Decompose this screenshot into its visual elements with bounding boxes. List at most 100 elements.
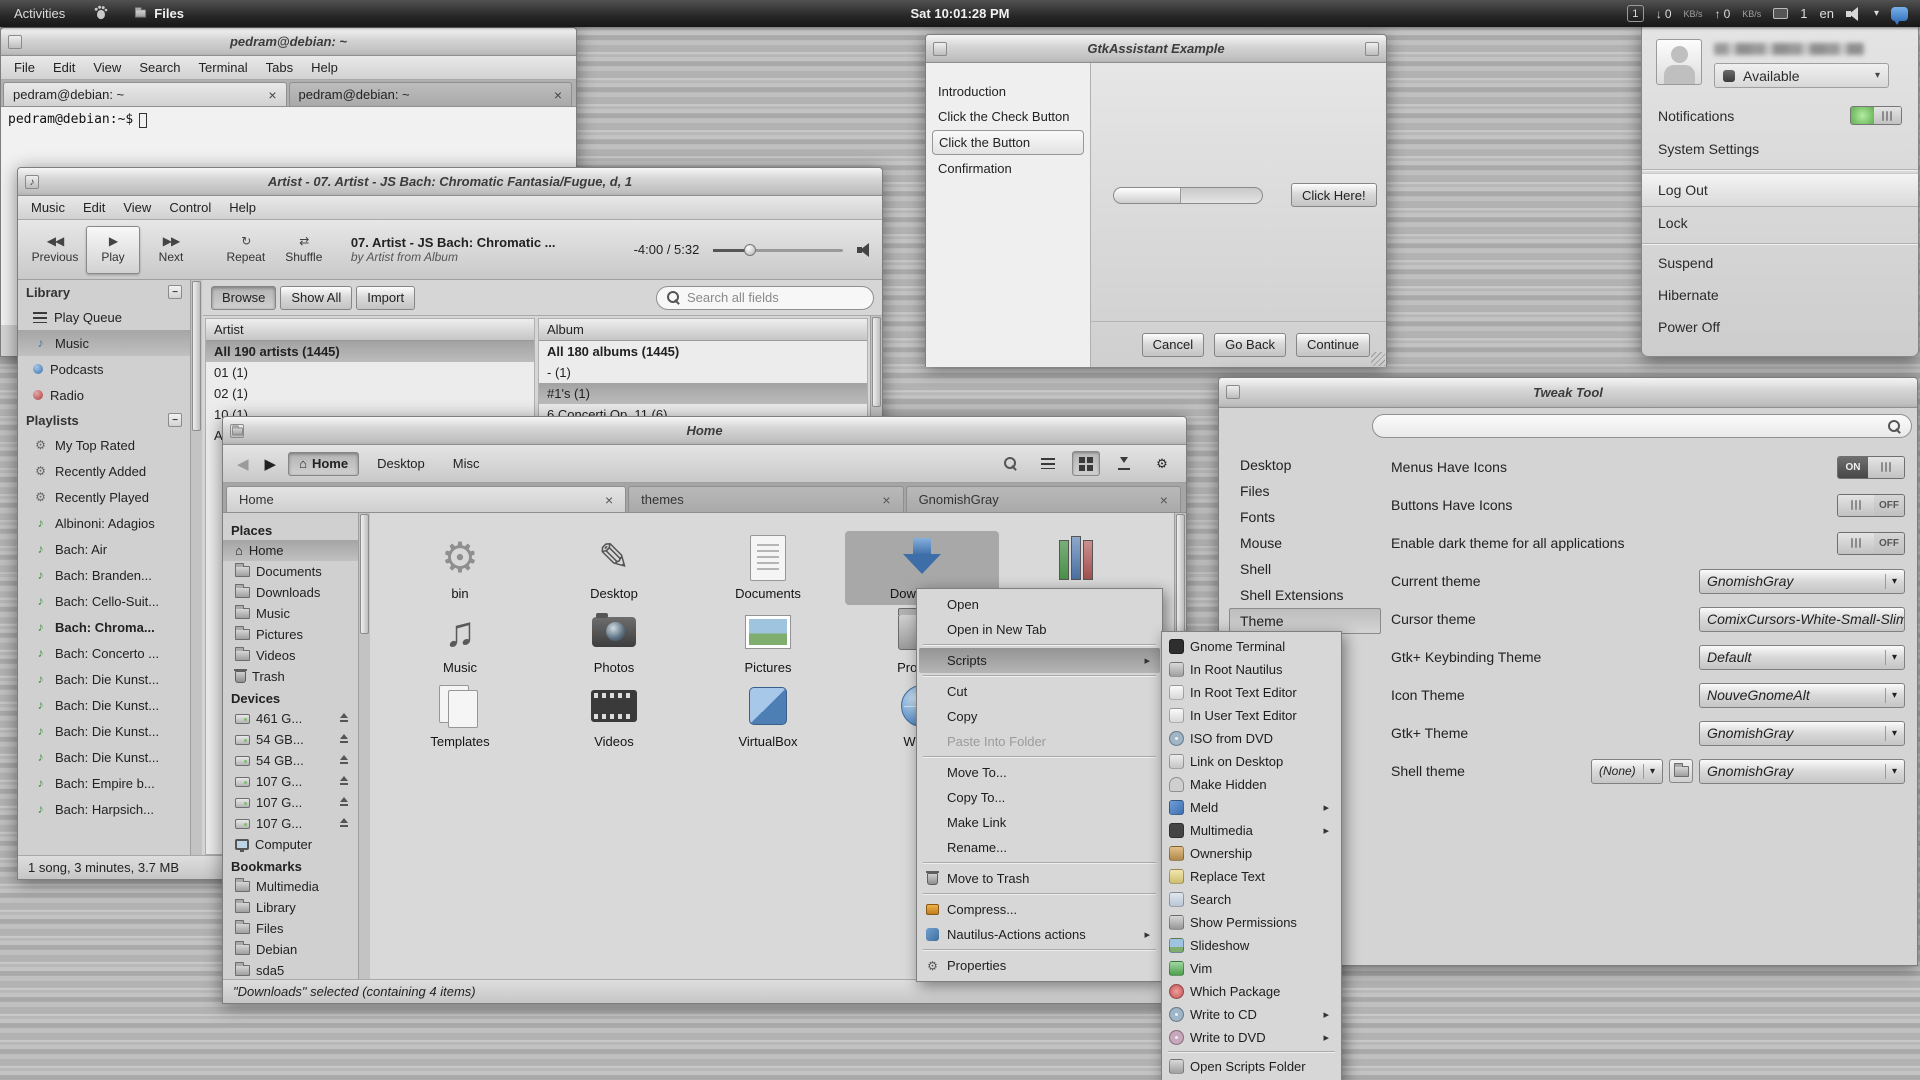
menu-file[interactable]: File <box>5 57 44 78</box>
artist-row[interactable]: 02 (1) <box>206 383 534 404</box>
playlist-item[interactable]: ♪Bach: Die Kunst... <box>18 666 190 692</box>
menu-item-iso-from-dvd[interactable]: ISO from DVD <box>1164 727 1339 750</box>
file-item-documents[interactable]: Documents <box>691 531 845 605</box>
tweak-nav-shell-extensions[interactable]: Shell Extensions <box>1229 582 1381 608</box>
volume-icon[interactable] <box>1846 7 1862 21</box>
desktop-breadcrumb-button[interactable]: Desktop <box>367 453 435 474</box>
album-column-header[interactable]: Album <box>539 319 867 341</box>
playlist-item[interactable]: ♪Bach: Cello-Suit... <box>18 588 190 614</box>
menu-edit[interactable]: Edit <box>44 57 84 78</box>
device-item[interactable]: 54 GB... <box>223 750 358 771</box>
sidebar-item-podcasts[interactable]: Podcasts <box>18 356 190 382</box>
menu-item-in-root-text-editor[interactable]: In Root Text Editor <box>1164 681 1339 704</box>
menu-item-power-off[interactable]: Power Off <box>1642 311 1918 343</box>
assistant-titlebar[interactable]: GtkAssistant Example <box>926 35 1386 63</box>
bookmark-item[interactable]: Files <box>223 918 358 939</box>
menu-item-scripts[interactable]: Scripts▸ <box>919 648 1160 673</box>
keyboard-layout-indicator[interactable]: en <box>1820 6 1834 21</box>
sidebar-item-downloads[interactable]: Downloads <box>223 582 358 603</box>
cancel-button[interactable]: Cancel <box>1142 333 1204 357</box>
clock[interactable]: Sat 10:01:28 PM <box>911 6 1010 21</box>
window-menu-icon[interactable] <box>1365 42 1379 56</box>
sidebar-scrollbar[interactable] <box>190 280 202 855</box>
menu-item-search[interactable]: Search <box>1164 888 1339 911</box>
menu-item-gnome-terminal[interactable]: Gnome Terminal <box>1164 635 1339 658</box>
menu-item-multimedia[interactable]: Multimedia▸ <box>1164 819 1339 842</box>
menu-item-write-to-dvd[interactable]: Write to DVD▸ <box>1164 1026 1339 1049</box>
file-item-videos[interactable]: Videos <box>537 679 691 753</box>
menu-tabs[interactable]: Tabs <box>257 57 302 78</box>
file-item-desktop[interactable]: ✎Desktop <box>537 531 691 605</box>
tweak-nav-desktop[interactable]: Desktop <box>1229 452 1381 478</box>
input-source-indicator[interactable]: 1 <box>1800 6 1807 21</box>
show-all-button[interactable]: Show All <box>280 286 352 310</box>
menu-item-lock[interactable]: Lock <box>1642 207 1918 239</box>
sidebar-item-music[interactable]: ♪Music <box>18 330 190 356</box>
tweak-nav-fonts[interactable]: Fonts <box>1229 504 1381 530</box>
click-here-button[interactable]: Click Here! <box>1291 183 1377 207</box>
messaging-icon[interactable] <box>1891 7 1908 21</box>
menu-item-show-permissions[interactable]: Show Permissions <box>1164 911 1339 934</box>
menu-item-rename[interactable]: Rename... <box>919 835 1160 860</box>
volume-icon[interactable] <box>857 243 872 257</box>
current-theme-combo[interactable]: GnomishGray▾ <box>1699 569 1905 594</box>
terminal-titlebar[interactable]: pedram@debian: ~ <box>1 28 576 56</box>
files-tab-home[interactable]: Home× <box>226 486 626 512</box>
shell-theme-combo[interactable]: GnomishGray▾ <box>1699 759 1905 784</box>
repeat-button[interactable]: ↻Repeat <box>219 226 273 274</box>
file-item-music[interactable]: ♫Music <box>383 605 537 679</box>
device-item[interactable]: 461 G... <box>223 708 358 729</box>
play-button[interactable]: ▶Play <box>86 226 140 274</box>
menu-item-in-user-text-editor[interactable]: In User Text Editor <box>1164 704 1339 727</box>
sidebar-item-trash[interactable]: Trash <box>223 666 358 687</box>
menu-item-open[interactable]: Open <box>919 592 1160 617</box>
artist-column-header[interactable]: Artist <box>206 319 534 341</box>
menu-item-properties[interactable]: ⚙Properties <box>919 953 1160 978</box>
dark-theme-toggle[interactable]: OFF <box>1837 532 1905 555</box>
menu-view[interactable]: View <box>84 57 130 78</box>
menus-have-icons-toggle[interactable]: ON <box>1837 456 1905 479</box>
sidebar-item-videos[interactable]: Videos <box>223 645 358 666</box>
keybinding-theme-combo[interactable]: Default▾ <box>1699 645 1905 670</box>
menu-help[interactable]: Help <box>220 197 265 218</box>
close-icon[interactable]: × <box>554 88 562 102</box>
shell-theme-browse-button[interactable] <box>1669 759 1693 783</box>
close-icon[interactable]: × <box>868 492 890 508</box>
device-item[interactable]: 54 GB... <box>223 729 358 750</box>
menu-item-move-to-trash[interactable]: Move to Trash <box>919 866 1160 891</box>
device-item[interactable]: 107 G... <box>223 792 358 813</box>
menu-item-make-link[interactable]: Make Link <box>919 810 1160 835</box>
previous-button[interactable]: ◀◀Previous <box>28 226 82 274</box>
files-titlebar[interactable]: Home <box>223 417 1186 445</box>
cursor-theme-combo[interactable]: ComixCursors-White-Small-Slim▾ <box>1699 607 1905 632</box>
eject-icon[interactable] <box>338 755 350 766</box>
menu-item-write-to-cd[interactable]: Write to CD▸ <box>1164 1003 1339 1026</box>
status-dropdown[interactable]: Available▾ <box>1714 63 1889 88</box>
library-header[interactable]: Library− <box>18 280 190 304</box>
menu-edit[interactable]: Edit <box>74 197 114 218</box>
artist-row[interactable]: 01 (1) <box>206 362 534 383</box>
eject-icon[interactable] <box>338 776 350 787</box>
playlist-item[interactable]: ♪Albinoni: Adagios <box>18 510 190 536</box>
device-item[interactable]: 107 G... <box>223 771 358 792</box>
bookmark-item[interactable]: Debian <box>223 939 358 960</box>
menu-item-make-hidden[interactable]: Make Hidden <box>1164 773 1339 796</box>
misc-breadcrumb-button[interactable]: Misc <box>443 453 490 474</box>
home-breadcrumb-button[interactable]: ⌂Home <box>288 452 359 476</box>
menu-item-copy[interactable]: Copy <box>919 704 1160 729</box>
playlist-item[interactable]: ⚙My Top Rated <box>18 432 190 458</box>
menu-item-hibernate[interactable]: Hibernate <box>1642 279 1918 311</box>
icon-theme-combo[interactable]: NouveGnomeAlt▾ <box>1699 683 1905 708</box>
collapse-icon[interactable]: − <box>168 285 182 299</box>
bookmark-item[interactable]: sda5 <box>223 960 358 981</box>
file-item-pictures[interactable]: Pictures <box>691 605 845 679</box>
playlists-header[interactable]: Playlists− <box>18 408 190 432</box>
tweak-titlebar[interactable]: Tweak Tool <box>1219 378 1917 408</box>
display-icon[interactable] <box>1773 8 1788 19</box>
music-titlebar[interactable]: ♪Artist - 07. Artist - JS Bach: Chromati… <box>18 168 882 196</box>
focused-app-button[interactable]: Files <box>123 6 194 21</box>
playlist-item[interactable]: ♪Bach: Empire b... <box>18 770 190 796</box>
playlist-item[interactable]: ♪Bach: Harpsich... <box>18 796 190 822</box>
playlist-item[interactable]: ♪Bach: Concerto ... <box>18 640 190 666</box>
list-view-button[interactable] <box>1034 451 1062 476</box>
